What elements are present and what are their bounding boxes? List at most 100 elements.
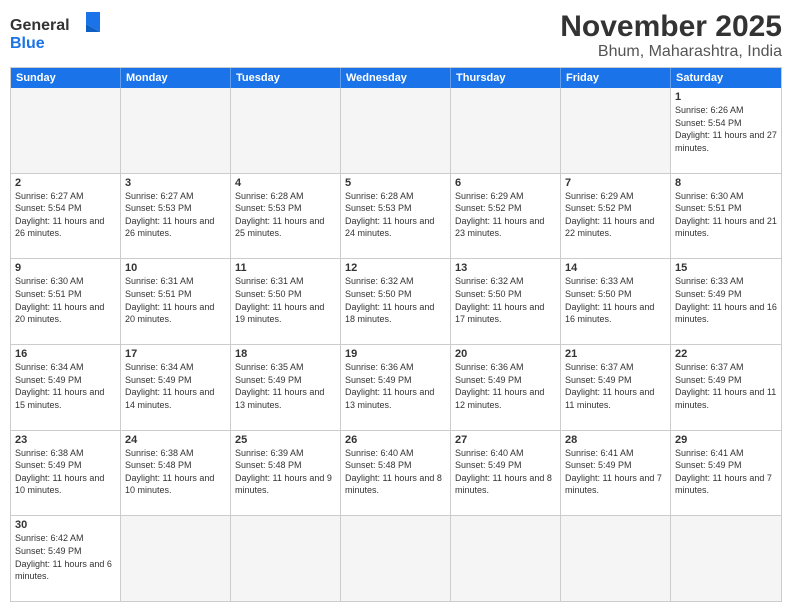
day-number: 12: [345, 262, 446, 274]
week-row-1: 2 Sunrise: 6:27 AM Sunset: 5:54 PM Dayli…: [11, 174, 781, 260]
day-number: 29: [675, 434, 777, 446]
day-number: 22: [675, 348, 777, 360]
day-number: 28: [565, 434, 666, 446]
day-cell-5-6: [671, 516, 781, 601]
cell-info: Sunrise: 6:41 AM Sunset: 5:49 PM Dayligh…: [565, 447, 666, 497]
day-number: 27: [455, 434, 556, 446]
day-cell-1-1: 3 Sunrise: 6:27 AM Sunset: 5:53 PM Dayli…: [121, 174, 231, 259]
day-cell-3-0: 16 Sunrise: 6:34 AM Sunset: 5:49 PM Dayl…: [11, 345, 121, 430]
day-number: 30: [15, 519, 116, 531]
week-row-2: 9 Sunrise: 6:30 AM Sunset: 5:51 PM Dayli…: [11, 259, 781, 345]
day-number: 5: [345, 177, 446, 189]
day-number: 16: [15, 348, 116, 360]
location-title: Bhum, Maharashtra, India: [560, 43, 782, 61]
cell-info: Sunrise: 6:42 AM Sunset: 5:49 PM Dayligh…: [15, 532, 116, 582]
day-number: 24: [125, 434, 226, 446]
day-number: 15: [675, 262, 777, 274]
day-cell-2-2: 11 Sunrise: 6:31 AM Sunset: 5:50 PM Dayl…: [231, 259, 341, 344]
cell-info: Sunrise: 6:38 AM Sunset: 5:49 PM Dayligh…: [15, 447, 116, 497]
day-cell-1-3: 5 Sunrise: 6:28 AM Sunset: 5:53 PM Dayli…: [341, 174, 451, 259]
cell-info: Sunrise: 6:30 AM Sunset: 5:51 PM Dayligh…: [675, 190, 777, 240]
day-cell-4-4: 27 Sunrise: 6:40 AM Sunset: 5:49 PM Dayl…: [451, 431, 561, 516]
day-cell-3-5: 21 Sunrise: 6:37 AM Sunset: 5:49 PM Dayl…: [561, 345, 671, 430]
week-row-5: 30 Sunrise: 6:42 AM Sunset: 5:49 PM Dayl…: [11, 516, 781, 601]
day-number: 23: [15, 434, 116, 446]
day-cell-5-3: [341, 516, 451, 601]
svg-text:General: General: [10, 17, 70, 34]
day-number: 6: [455, 177, 556, 189]
day-cell-2-6: 15 Sunrise: 6:33 AM Sunset: 5:49 PM Dayl…: [671, 259, 781, 344]
cell-info: Sunrise: 6:34 AM Sunset: 5:49 PM Dayligh…: [125, 361, 226, 411]
cell-info: Sunrise: 6:29 AM Sunset: 5:52 PM Dayligh…: [565, 190, 666, 240]
day-cell-2-3: 12 Sunrise: 6:32 AM Sunset: 5:50 PM Dayl…: [341, 259, 451, 344]
header-monday: Monday: [121, 68, 231, 88]
cell-info: Sunrise: 6:37 AM Sunset: 5:49 PM Dayligh…: [565, 361, 666, 411]
header-wednesday: Wednesday: [341, 68, 451, 88]
cell-info: Sunrise: 6:28 AM Sunset: 5:53 PM Dayligh…: [345, 190, 446, 240]
day-cell-3-6: 22 Sunrise: 6:37 AM Sunset: 5:49 PM Dayl…: [671, 345, 781, 430]
header-saturday: Saturday: [671, 68, 781, 88]
day-number: 2: [15, 177, 116, 189]
cell-info: Sunrise: 6:36 AM Sunset: 5:49 PM Dayligh…: [345, 361, 446, 411]
header-friday: Friday: [561, 68, 671, 88]
day-cell-3-3: 19 Sunrise: 6:36 AM Sunset: 5:49 PM Dayl…: [341, 345, 451, 430]
calendar: Sunday Monday Tuesday Wednesday Thursday…: [10, 67, 782, 602]
cell-info: Sunrise: 6:32 AM Sunset: 5:50 PM Dayligh…: [345, 275, 446, 325]
month-title: November 2025: [560, 10, 782, 43]
logo-svg: General Blue: [10, 10, 100, 54]
cell-info: Sunrise: 6:27 AM Sunset: 5:54 PM Dayligh…: [15, 190, 116, 240]
cell-info: Sunrise: 6:27 AM Sunset: 5:53 PM Dayligh…: [125, 190, 226, 240]
cell-info: Sunrise: 6:39 AM Sunset: 5:48 PM Dayligh…: [235, 447, 336, 497]
cell-info: Sunrise: 6:32 AM Sunset: 5:50 PM Dayligh…: [455, 275, 556, 325]
day-cell-4-2: 25 Sunrise: 6:39 AM Sunset: 5:48 PM Dayl…: [231, 431, 341, 516]
cell-info: Sunrise: 6:30 AM Sunset: 5:51 PM Dayligh…: [15, 275, 116, 325]
day-number: 9: [15, 262, 116, 274]
day-cell-0-6: 1 Sunrise: 6:26 AM Sunset: 5:54 PM Dayli…: [671, 88, 781, 173]
day-cell-0-5: [561, 88, 671, 173]
day-cell-0-2: [231, 88, 341, 173]
day-cell-3-4: 20 Sunrise: 6:36 AM Sunset: 5:49 PM Dayl…: [451, 345, 561, 430]
cell-info: Sunrise: 6:38 AM Sunset: 5:48 PM Dayligh…: [125, 447, 226, 497]
week-row-4: 23 Sunrise: 6:38 AM Sunset: 5:49 PM Dayl…: [11, 431, 781, 517]
cell-info: Sunrise: 6:26 AM Sunset: 5:54 PM Dayligh…: [675, 104, 777, 154]
day-cell-2-1: 10 Sunrise: 6:31 AM Sunset: 5:51 PM Dayl…: [121, 259, 231, 344]
day-cell-4-5: 28 Sunrise: 6:41 AM Sunset: 5:49 PM Dayl…: [561, 431, 671, 516]
day-cell-5-5: [561, 516, 671, 601]
day-cell-5-2: [231, 516, 341, 601]
day-number: 11: [235, 262, 336, 274]
cell-info: Sunrise: 6:34 AM Sunset: 5:49 PM Dayligh…: [15, 361, 116, 411]
day-cell-0-1: [121, 88, 231, 173]
day-cell-2-4: 13 Sunrise: 6:32 AM Sunset: 5:50 PM Dayl…: [451, 259, 561, 344]
day-number: 10: [125, 262, 226, 274]
cell-info: Sunrise: 6:40 AM Sunset: 5:48 PM Dayligh…: [345, 447, 446, 497]
day-cell-0-4: [451, 88, 561, 173]
day-cell-1-2: 4 Sunrise: 6:28 AM Sunset: 5:53 PM Dayli…: [231, 174, 341, 259]
day-cell-1-6: 8 Sunrise: 6:30 AM Sunset: 5:51 PM Dayli…: [671, 174, 781, 259]
day-number: 7: [565, 177, 666, 189]
week-row-0: 1 Sunrise: 6:26 AM Sunset: 5:54 PM Dayli…: [11, 88, 781, 174]
day-number: 26: [345, 434, 446, 446]
day-cell-2-5: 14 Sunrise: 6:33 AM Sunset: 5:50 PM Dayl…: [561, 259, 671, 344]
header-sunday: Sunday: [11, 68, 121, 88]
page: General Blue November 2025 Bhum, Maharas…: [0, 0, 792, 612]
week-row-3: 16 Sunrise: 6:34 AM Sunset: 5:49 PM Dayl…: [11, 345, 781, 431]
svg-text:Blue: Blue: [10, 35, 45, 52]
day-cell-1-4: 6 Sunrise: 6:29 AM Sunset: 5:52 PM Dayli…: [451, 174, 561, 259]
calendar-body: 1 Sunrise: 6:26 AM Sunset: 5:54 PM Dayli…: [11, 88, 781, 601]
day-cell-5-1: [121, 516, 231, 601]
cell-info: Sunrise: 6:28 AM Sunset: 5:53 PM Dayligh…: [235, 190, 336, 240]
day-number: 13: [455, 262, 556, 274]
day-number: 8: [675, 177, 777, 189]
day-cell-0-3: [341, 88, 451, 173]
day-number: 18: [235, 348, 336, 360]
day-cell-4-6: 29 Sunrise: 6:41 AM Sunset: 5:49 PM Dayl…: [671, 431, 781, 516]
header-tuesday: Tuesday: [231, 68, 341, 88]
day-number: 19: [345, 348, 446, 360]
day-number: 3: [125, 177, 226, 189]
cell-info: Sunrise: 6:36 AM Sunset: 5:49 PM Dayligh…: [455, 361, 556, 411]
day-cell-4-1: 24 Sunrise: 6:38 AM Sunset: 5:48 PM Dayl…: [121, 431, 231, 516]
cell-info: Sunrise: 6:31 AM Sunset: 5:50 PM Dayligh…: [235, 275, 336, 325]
cell-info: Sunrise: 6:37 AM Sunset: 5:49 PM Dayligh…: [675, 361, 777, 411]
calendar-header: Sunday Monday Tuesday Wednesday Thursday…: [11, 68, 781, 88]
day-number: 21: [565, 348, 666, 360]
